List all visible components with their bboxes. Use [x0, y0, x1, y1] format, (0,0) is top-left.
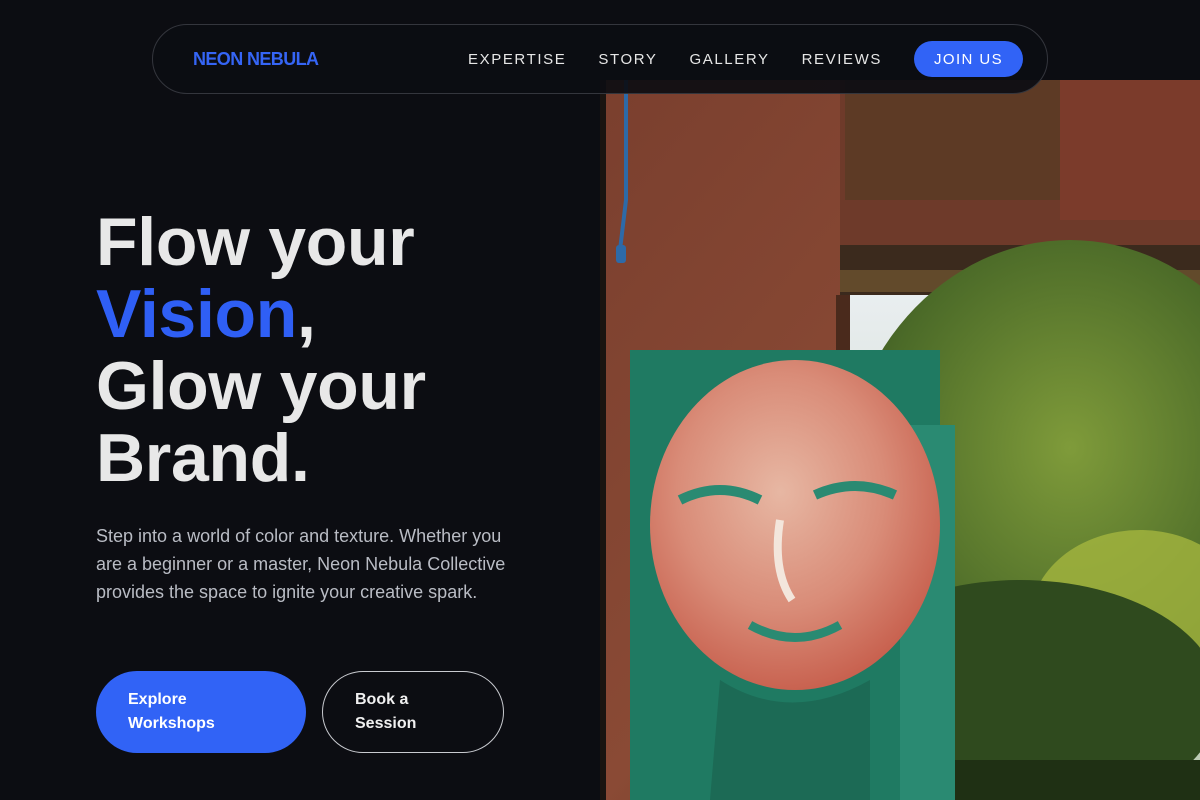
headline-line-4: Brand. — [96, 420, 310, 496]
book-session-label-2: Session — [355, 715, 417, 732]
mural-illustration — [600, 80, 1200, 800]
nav-link-expertise[interactable]: EXPERTISE — [468, 51, 566, 68]
join-us-button[interactable]: JOIN US — [914, 41, 1023, 77]
book-session-label-1: Book a — [355, 691, 409, 708]
headline-line-2: Vision, — [96, 278, 566, 350]
nav-link-gallery[interactable]: GALLERY — [689, 51, 769, 68]
hero-section: Flow your Vision, Glow your Brand. Step … — [96, 206, 566, 606]
headline-accent-word: Vision — [96, 276, 298, 352]
explore-workshops-label-1: Explore — [128, 691, 187, 708]
hero-photo — [600, 80, 1200, 800]
headline-line-3: Glow your — [96, 348, 426, 424]
explore-workshops-button[interactable]: Explore Workshops — [96, 671, 306, 753]
headline-line-1: Flow your — [96, 204, 415, 280]
headline-comma: , — [297, 276, 316, 352]
hero-headline: Flow your Vision, Glow your Brand. — [96, 206, 566, 494]
nav-links: EXPERTISE STORY GALLERY REVIEWS JOIN US — [468, 41, 1023, 77]
brand-logo-link[interactable]: NEON NEBULA — [193, 49, 319, 70]
book-session-button[interactable]: Book a Session — [322, 671, 504, 753]
nav-link-story[interactable]: STORY — [598, 51, 657, 68]
nav-link-reviews[interactable]: REVIEWS — [802, 51, 882, 68]
explore-workshops-label-2: Workshops — [128, 715, 215, 732]
hero-cta-row: Explore Workshops Book a Session — [96, 671, 504, 753]
top-navbar: NEON NEBULA EXPERTISE STORY GALLERY REVI… — [152, 24, 1048, 94]
hero-description: Step into a world of color and texture. … — [96, 526, 506, 602]
